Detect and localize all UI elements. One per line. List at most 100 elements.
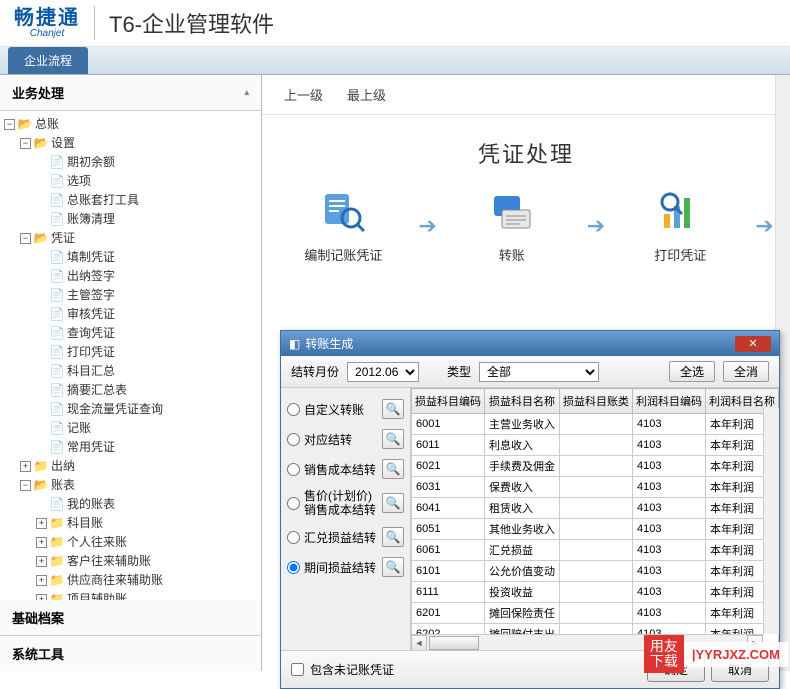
tree-node-voucher[interactable]: − 📂 凭证: [20, 229, 259, 248]
grid-vscrollbar[interactable]: [763, 408, 779, 634]
search-icon[interactable]: 🔍: [382, 459, 404, 479]
expand-icon[interactable]: +: [36, 518, 47, 529]
collapse-icon[interactable]: −: [20, 233, 31, 244]
tree-node-cash[interactable]: + 📁 出纳: [20, 457, 259, 476]
option-period[interactable]: 期间损益结转 🔍: [285, 552, 406, 582]
search-icon[interactable]: 🔍: [382, 399, 404, 419]
search-icon[interactable]: 🔍: [382, 429, 404, 449]
search-icon[interactable]: 🔍: [382, 557, 404, 577]
blank-icon: [36, 404, 47, 415]
collapse-icon[interactable]: −: [4, 119, 15, 130]
select-all-button[interactable]: 全选: [669, 361, 715, 382]
breadcrumb-top[interactable]: 最上级: [347, 85, 386, 104]
tab-enterprise-flow[interactable]: 企业流程: [8, 47, 88, 74]
col-header[interactable]: 损益科目编码: [412, 389, 485, 414]
tree-leaf[interactable]: 📄期初余额: [36, 153, 259, 172]
table-row[interactable]: 6021手续费及佣金4103本年利润: [412, 456, 779, 477]
expand-icon[interactable]: +: [20, 461, 31, 472]
breadcrumb-up[interactable]: 上一级: [284, 85, 323, 104]
search-icon[interactable]: 🔍: [382, 493, 404, 513]
flow-transfer[interactable]: 转账: [447, 187, 577, 264]
section-business[interactable]: 业务处理 ▴: [0, 75, 261, 111]
table-row[interactable]: 6201摊回保险责任4103本年利润: [412, 603, 779, 624]
expand-icon[interactable]: +: [36, 537, 47, 548]
tree-leaf[interactable]: 📄审核凭证: [36, 305, 259, 324]
collapse-icon[interactable]: −: [20, 138, 31, 149]
tree-label: 填制凭证: [67, 248, 115, 267]
period-label: 结转月份: [291, 363, 339, 380]
tree-leaf[interactable]: 📄主管签字: [36, 286, 259, 305]
folder-open-icon: 📂: [33, 232, 49, 246]
tree-node[interactable]: +📁供应商往来辅助账: [36, 571, 259, 590]
select-none-button[interactable]: 全消: [723, 361, 769, 382]
table-row[interactable]: 6051其他业务收入4103本年利润: [412, 519, 779, 540]
type-select[interactable]: 全部: [479, 362, 599, 382]
tree-leaf[interactable]: 📄总账套打工具: [36, 191, 259, 210]
tree-node[interactable]: +📁科目账: [36, 514, 259, 533]
scroll-left-icon[interactable]: ◄: [411, 635, 427, 651]
close-button[interactable]: ✕: [735, 336, 771, 352]
tree-label: 总账套打工具: [67, 191, 139, 210]
folder-open-icon: 📂: [33, 137, 49, 151]
tree-node[interactable]: +📁项目辅助账: [36, 590, 259, 600]
flow-compose-voucher[interactable]: 编制记账凭证: [278, 187, 408, 264]
radio-cost[interactable]: [287, 463, 300, 476]
tree-leaf[interactable]: 📄我的账表: [36, 495, 259, 514]
table-row[interactable]: 6031保费收入4103本年利润: [412, 477, 779, 498]
radio-period[interactable]: [287, 561, 300, 574]
dialog-titlebar[interactable]: ◧ 转账生成 ✕: [281, 331, 779, 356]
tree-leaf[interactable]: 📄记账: [36, 419, 259, 438]
tree-node-setup[interactable]: − 📂 设置: [20, 134, 259, 153]
tree-root-ledger[interactable]: − 📂 总账: [4, 115, 259, 134]
col-header[interactable]: 损益科目账类: [560, 389, 633, 414]
table-row[interactable]: 6041租赁收入4103本年利润: [412, 498, 779, 519]
tree-leaf[interactable]: 📄打印凭证: [36, 343, 259, 362]
tree-leaf[interactable]: 📄查询凭证: [36, 324, 259, 343]
option-custom[interactable]: 自定义转账 🔍: [285, 394, 406, 424]
table-row[interactable]: 6111投资收益4103本年利润: [412, 582, 779, 603]
period-select[interactable]: 2012.06: [347, 362, 419, 382]
col-header[interactable]: 损益科目名称: [485, 389, 560, 414]
radio-custom[interactable]: [287, 403, 300, 416]
tree-leaf[interactable]: 📄现金流量凭证查询: [36, 400, 259, 419]
tree-leaf[interactable]: 📄选项: [36, 172, 259, 191]
tree-leaf[interactable]: 📄账簿清理: [36, 210, 259, 229]
option-cost[interactable]: 销售成本结转 🔍: [285, 454, 406, 484]
nav-tree[interactable]: − 📂 总账 − 📂 设置: [0, 111, 261, 600]
scroll-thumb[interactable]: [429, 636, 479, 650]
section-archive[interactable]: 基础档案: [0, 600, 261, 636]
flow-label: 转账: [499, 245, 525, 264]
radio-match[interactable]: [287, 433, 300, 446]
radio-price[interactable]: [287, 497, 300, 510]
option-fx[interactable]: 汇兑损益结转 🔍: [285, 522, 406, 552]
tree-leaf[interactable]: 📄出纳签字: [36, 267, 259, 286]
include-unposted-checkbox[interactable]: [291, 663, 304, 676]
document-search-icon: [318, 187, 368, 237]
folder-closed-icon: 📁: [49, 536, 65, 550]
table-row[interactable]: 6061汇兑损益4103本年利润: [412, 540, 779, 561]
tree-leaf[interactable]: 📄常用凭证: [36, 438, 259, 457]
table-row[interactable]: 6001主营业务收入4103本年利润: [412, 414, 779, 435]
tree-node[interactable]: +📁客户往来辅助账: [36, 552, 259, 571]
expand-icon[interactable]: +: [36, 556, 47, 567]
tree-node[interactable]: +📁个人往来账: [36, 533, 259, 552]
accounts-grid[interactable]: 损益科目编码 损益科目名称 损益科目账类 利润科目编码 利润科目名称 6001主…: [411, 388, 779, 650]
section-system[interactable]: 系统工具: [0, 636, 261, 671]
brand-cn: 畅捷通: [14, 8, 80, 28]
collapse-icon[interactable]: −: [20, 480, 31, 491]
file-icon: 📄: [49, 422, 65, 436]
radio-fx[interactable]: [287, 531, 300, 544]
option-match[interactable]: 对应结转 🔍: [285, 424, 406, 454]
table-row[interactable]: 6011利息收入4103本年利润: [412, 435, 779, 456]
tree-leaf[interactable]: 📄摘要汇总表: [36, 381, 259, 400]
flow-print-voucher[interactable]: 打印凭证: [615, 187, 745, 264]
tree-node-reports[interactable]: − 📂 账表: [20, 476, 259, 495]
option-price[interactable]: 售价(计划价) 销售成本结转 🔍: [285, 484, 406, 522]
search-icon[interactable]: 🔍: [382, 527, 404, 547]
tree-leaf[interactable]: 📄科目汇总: [36, 362, 259, 381]
tree-label: 账表: [51, 476, 75, 495]
tree-leaf[interactable]: 📄填制凭证: [36, 248, 259, 267]
table-row[interactable]: 6101公允价值变动4103本年利润: [412, 561, 779, 582]
col-header[interactable]: 利润科目编码: [633, 389, 706, 414]
expand-icon[interactable]: +: [36, 575, 47, 586]
